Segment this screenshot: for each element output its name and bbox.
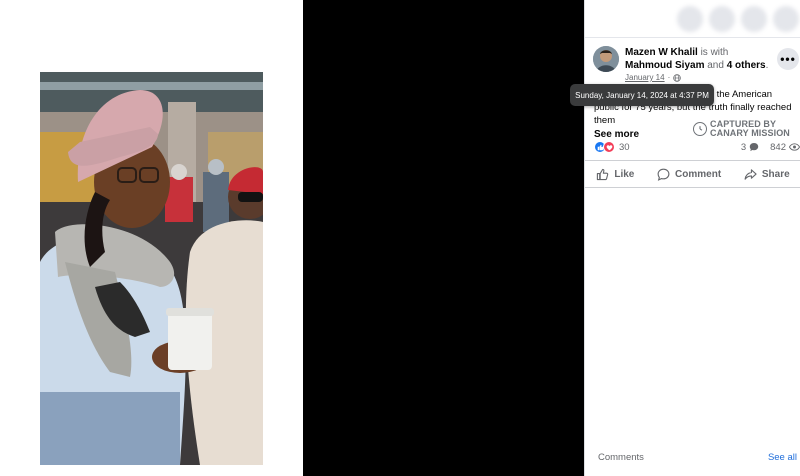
others-link[interactable]: 4 others: [727, 60, 766, 71]
video-letterbox: [303, 0, 584, 476]
like-icon: [597, 168, 609, 180]
like-button[interactable]: Like: [592, 165, 638, 184]
comments-label: Comments: [598, 451, 644, 463]
post-panel: Mazen W Khalil is with Mahmoud Siyam and…: [584, 0, 800, 476]
comment-label: Comment: [675, 168, 722, 180]
post-actions: Like Comment Share: [585, 160, 800, 188]
globe-icon: [673, 73, 682, 82]
watermark: CAPTURED BY CANARY MISSION: [693, 118, 795, 140]
share-label: Share: [761, 168, 790, 180]
ellipsis-icon: •••: [780, 52, 796, 66]
like-label: Like: [614, 168, 635, 180]
comment-count[interactable]: 3: [741, 142, 746, 153]
love-reaction-icon[interactable]: [603, 141, 615, 153]
tagged-name[interactable]: Mahmoud Siyam: [625, 60, 704, 71]
tooltip-text: Sunday, January 14, 2024 at 4:37 PM: [575, 90, 709, 100]
comment-button[interactable]: Comment: [653, 165, 725, 184]
date-tooltip: Sunday, January 14, 2024 at 4:37 PM: [570, 84, 714, 106]
profile-icon[interactable]: [773, 6, 799, 32]
share-button[interactable]: Share: [740, 165, 794, 184]
eye-icon: [789, 143, 800, 151]
notifications-icon[interactable]: [741, 6, 767, 32]
menu-icon[interactable]: [677, 6, 703, 32]
stats-row: 30 3 842: [594, 140, 800, 154]
post-date[interactable]: January 14: [625, 73, 665, 82]
comments-footer: Comments See all: [585, 446, 800, 468]
stats-right: 3 842: [741, 142, 800, 153]
share-icon: [744, 168, 757, 180]
media-area: [0, 0, 303, 476]
video-player[interactable]: [40, 72, 263, 465]
heart-icon: [606, 144, 612, 150]
avatar[interactable]: [593, 46, 619, 72]
comment-icon: [657, 168, 670, 181]
see-all-link[interactable]: See all: [768, 452, 797, 463]
watermark-logo-icon: [693, 122, 707, 136]
comment-bubble-icon: [749, 143, 759, 152]
period: .: [765, 60, 769, 71]
watermark-line2: CANARY MISSION: [710, 128, 790, 138]
author-line: Mazen W Khalil is with Mahmoud Siyam and…: [625, 46, 771, 72]
avatar-image: [593, 46, 619, 72]
separator: ·: [667, 73, 671, 82]
reaction-count[interactable]: 30: [619, 142, 630, 153]
author-name[interactable]: Mazen W Khalil: [625, 47, 698, 58]
view-count: 842: [770, 141, 786, 153]
clock-icon: [699, 126, 703, 131]
and-text: and: [704, 60, 727, 71]
with-text: is with: [697, 47, 729, 58]
date-line: January 14 ·: [625, 73, 682, 82]
more-options-button[interactable]: •••: [777, 48, 799, 70]
watermark-text: CAPTURED BY CANARY MISSION: [710, 120, 790, 138]
post-header: Mazen W Khalil is with Mahmoud Siyam and…: [593, 44, 799, 84]
messenger-icon[interactable]: [709, 6, 735, 32]
top-bar: [585, 0, 800, 38]
video-frame-image: [40, 72, 263, 465]
